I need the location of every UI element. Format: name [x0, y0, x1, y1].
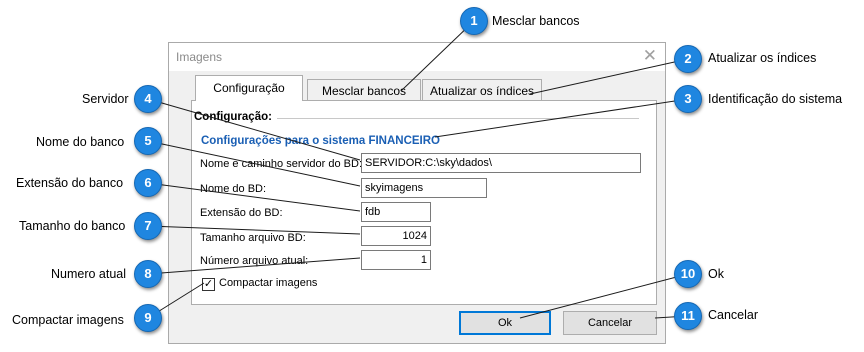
close-icon[interactable]: ✕: [643, 46, 657, 66]
callout-4: 4: [134, 85, 162, 113]
callout-number: 10: [680, 266, 696, 281]
callout-10: 10: [674, 260, 702, 288]
ok-label: Ok: [497, 317, 513, 329]
dialog-title: Imagens: [176, 50, 223, 64]
callout-number: 2: [684, 51, 692, 66]
tab-label: Mesclar bancos: [321, 84, 407, 98]
callout-number: 6: [144, 175, 152, 190]
callout-number: 5: [144, 133, 152, 148]
db-ext-label: Extensão do BD:: [200, 207, 283, 219]
annotation-6: Extensão do banco: [16, 176, 124, 190]
server-label: Nome e caminho servidor do BD:: [200, 158, 363, 170]
db-ext-field[interactable]: fdb: [361, 202, 431, 222]
annotation-3: Identificação do sistema: [708, 92, 843, 106]
ok-button[interactable]: Ok: [459, 311, 551, 335]
file-size-label: Tamanho arquivo BD:: [200, 232, 306, 244]
callout-number: 7: [144, 218, 152, 233]
callout-7: 7: [134, 212, 162, 240]
server-field[interactable]: SERVIDOR:C:\sky\dados\: [361, 153, 641, 173]
tab-atualizar-indices[interactable]: Atualizar os índices: [422, 79, 542, 101]
file-size-field[interactable]: 1024: [361, 226, 431, 246]
db-name-field[interactable]: skyimagens: [361, 178, 487, 198]
annotation-1: Mesclar bancos: [492, 14, 580, 28]
annotation-7: Tamanho do banco: [19, 219, 126, 233]
tab-configuracao[interactable]: Configuração: [195, 75, 303, 101]
cancel-button[interactable]: Cancelar: [563, 311, 657, 335]
images-dialog: Imagens ✕ Configuração Mesclar bancos At…: [168, 42, 666, 344]
annotation-4: Servidor: [82, 92, 129, 106]
callout-1: 1: [460, 7, 488, 35]
callout-number: 9: [144, 310, 152, 325]
callout-number: 1: [470, 13, 478, 28]
title-bar: Imagens ✕: [169, 43, 665, 71]
callout-5: 5: [134, 127, 162, 155]
annotation-9: Compactar imagens: [12, 313, 124, 327]
section-label: Configuração:: [194, 111, 272, 123]
callout-number: 8: [144, 266, 152, 281]
compact-label: Compactar imagens: [219, 277, 318, 289]
tab-label: Atualizar os índices: [429, 84, 535, 98]
annotation-10: Ok: [708, 267, 724, 281]
callout-3: 3: [674, 85, 702, 113]
check-icon: ✓: [203, 278, 214, 290]
annotation-8: Numero atual: [51, 267, 127, 281]
callout-number: 4: [144, 91, 152, 106]
callout-11: 11: [674, 302, 702, 330]
current-number-field[interactable]: 1: [361, 250, 431, 270]
callout-number: 11: [681, 308, 695, 323]
callout-6: 6: [134, 169, 162, 197]
section-divider: [277, 118, 639, 119]
cancel-label: Cancelar: [587, 317, 633, 329]
callout-number: 3: [684, 91, 692, 106]
db-name-label: Nome do BD:: [200, 183, 267, 195]
tab-mesclar-bancos[interactable]: Mesclar bancos: [307, 79, 421, 101]
callout-2: 2: [674, 45, 702, 73]
compact-checkbox[interactable]: ✓: [202, 278, 215, 291]
annotation-2: Atualizar os índices: [708, 51, 817, 65]
current-number-label: Número arquivo atual:: [200, 255, 309, 267]
callout-9: 9: [134, 304, 162, 332]
system-heading: Configurações para o sistema FINANCEIRO: [201, 135, 440, 147]
callout-8: 8: [134, 260, 162, 288]
annotation-11: Cancelar: [708, 308, 759, 322]
tab-label: Configuração: [213, 81, 285, 95]
annotation-5: Nome do banco: [36, 135, 125, 149]
